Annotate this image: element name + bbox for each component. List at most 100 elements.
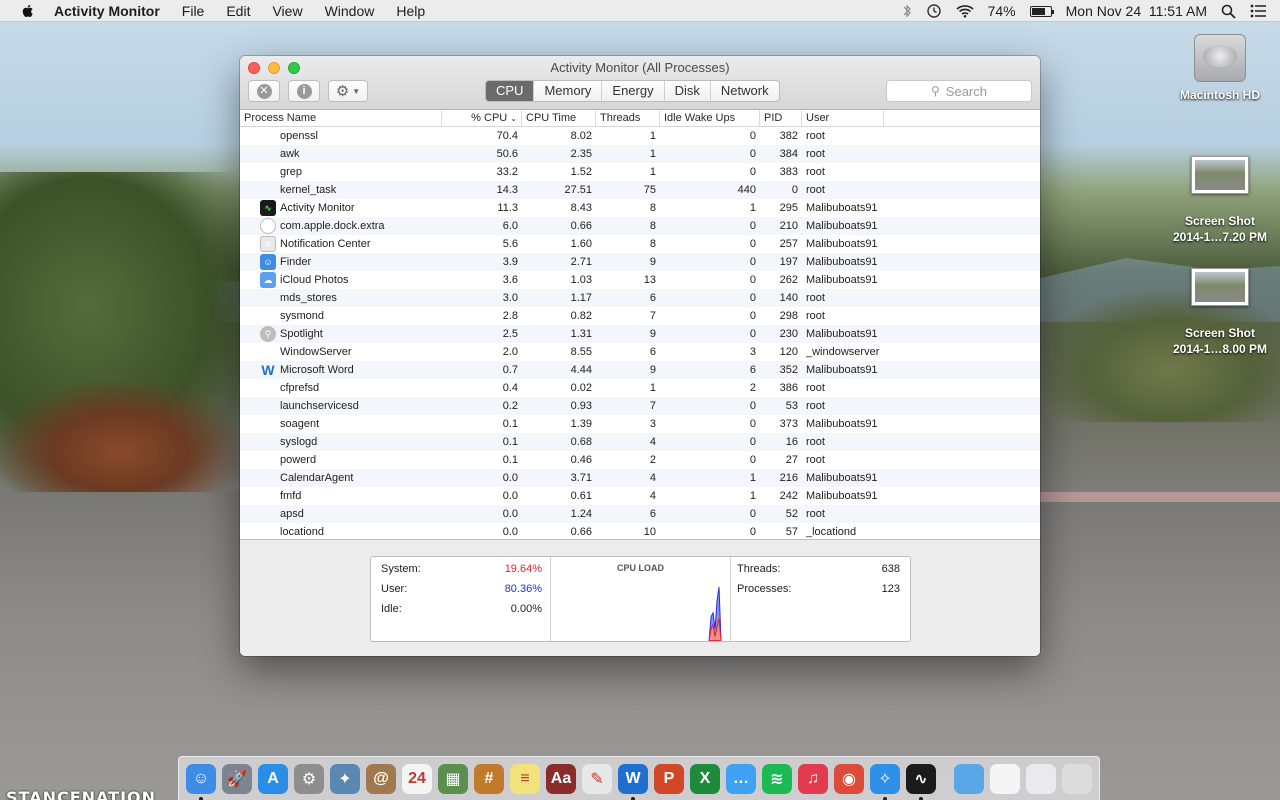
screenshot-stack-icon[interactable]: [1026, 763, 1056, 794]
process-user: Malibuboats91: [806, 328, 878, 340]
menu-window[interactable]: Window: [325, 3, 375, 19]
table-row[interactable]: apsd 0.0 1.24 6 0 52 root: [240, 505, 1040, 523]
column-user[interactable]: User: [802, 110, 884, 126]
row-spacer: [884, 235, 1040, 253]
notification-center-icon[interactable]: [1250, 4, 1266, 18]
calendar-icon[interactable]: 24: [402, 763, 432, 794]
time-machine-icon[interactable]: [926, 3, 942, 19]
process-user: _windowserver: [806, 346, 880, 358]
table-row[interactable]: ⚲ Spotlight 2.5 1.31 9 0 230 Malibuboats91: [240, 325, 1040, 343]
downloads-folder-icon[interactable]: [954, 763, 984, 794]
tab-energy[interactable]: Energy: [602, 81, 665, 101]
table-row[interactable]: fmfd 0.0 0.61 4 1 242 Malibuboats91: [240, 487, 1040, 505]
notes-icon[interactable]: ≡: [510, 763, 540, 794]
launchpad-icon[interactable]: 🚀: [222, 763, 252, 794]
contacts-icon[interactable]: @: [366, 763, 396, 794]
chrome-icon[interactable]: ◉: [834, 763, 864, 794]
excel-icon[interactable]: X: [690, 763, 720, 794]
clock[interactable]: Mon Nov 24 11:51 AM: [1066, 3, 1207, 19]
word-icon[interactable]: W: [618, 763, 648, 800]
messages-icon[interactable]: …: [726, 763, 756, 794]
apple-menu-icon[interactable]: [20, 3, 36, 19]
process-pid: 352: [779, 364, 798, 376]
process-idle-wake-ups: 0: [749, 436, 756, 448]
process-cpu: 6.0: [502, 220, 518, 232]
menu-view[interactable]: View: [272, 3, 302, 19]
dictionary-icon[interactable]: Aa: [546, 763, 576, 794]
column-pid[interactable]: PID: [760, 110, 802, 126]
system-preferences-icon[interactable]: ⚙: [294, 763, 324, 794]
activity-monitor-icon[interactable]: ∿: [906, 763, 936, 800]
tab-cpu[interactable]: CPU: [486, 81, 535, 101]
table-row[interactable]: openssl 70.4 8.02 1 0 382 root: [240, 127, 1040, 145]
battery-percent[interactable]: 74%: [988, 3, 1016, 19]
desktop-icon-screenshot-2[interactable]: Screen Shot 2014-1…8.00 PM: [1165, 268, 1275, 356]
desktop-icon-macintosh-hd[interactable]: Macintosh HD: [1165, 34, 1275, 102]
desktop-icon-screenshot-1[interactable]: Screen Shot 2014-1…7.20 PM: [1165, 156, 1275, 244]
finder-icon[interactable]: ☺: [186, 763, 216, 800]
inspect-process-button[interactable]: i: [288, 80, 320, 102]
table-row[interactable]: ≡ Notification Center 5.6 1.60 8 0 257 Malibubo…: [240, 235, 1040, 253]
no-icon: [260, 164, 276, 180]
table-row[interactable]: grep 33.2 1.52 1 0 383 root: [240, 163, 1040, 181]
table-row[interactable]: com.apple.dock.extra 6.0 0.66 8 0 210 Malibubo…: [240, 217, 1040, 235]
table-row[interactable]: sysmond 2.8 0.82 7 0 298 root: [240, 307, 1040, 325]
battery-icon[interactable]: [1029, 5, 1054, 17]
spotlight-search-icon[interactable]: [1221, 4, 1236, 19]
menu-app-name[interactable]: Activity Monitor: [54, 3, 160, 19]
trash-icon[interactable]: [1062, 763, 1092, 794]
process-name: mds_stores: [240, 289, 442, 307]
process-cpu: 0.0: [502, 472, 518, 484]
table-row[interactable]: mds_stores 3.0 1.17 6 0 140 root: [240, 289, 1040, 307]
table-row[interactable]: locationd 0.0 0.66 10 0 57 _locationd: [240, 523, 1040, 541]
table-row[interactable]: W Microsoft Word 0.7 4.44 9 6 352 Malibuboats91: [240, 361, 1040, 379]
column-threads[interactable]: Threads: [596, 110, 660, 126]
table-row[interactable]: ☁ iCloud Photos 3.6 1.03 13 0 262 Malibuboats91: [240, 271, 1040, 289]
preview-icon[interactable]: ✦: [330, 763, 360, 794]
process-pid: 386: [779, 382, 798, 394]
table-row[interactable]: WindowServer 2.0 8.55 6 3 120 _windowserver: [240, 343, 1040, 361]
safari-icon[interactable]: ✧: [870, 763, 900, 800]
table-row[interactable]: cfprefsd 0.4 0.02 1 2 386 root: [240, 379, 1040, 397]
textedit-icon[interactable]: ✎: [582, 763, 612, 794]
tab-disk[interactable]: Disk: [665, 81, 711, 101]
bluetooth-icon[interactable]: [902, 4, 912, 18]
menu-help[interactable]: Help: [396, 3, 425, 19]
table-row[interactable]: launchservicesd 0.2 0.93 7 0 53 root: [240, 397, 1040, 415]
row-spacer: [884, 271, 1040, 289]
table-row[interactable]: powerd 0.1 0.46 2 0 27 root: [240, 451, 1040, 469]
wifi-icon[interactable]: [956, 4, 974, 18]
photos-icon[interactable]: ▦: [438, 763, 468, 794]
tab-network[interactable]: Network: [711, 81, 779, 101]
spotify-icon[interactable]: ≋: [762, 763, 792, 794]
action-menu-button[interactable]: ⚙ ▼: [328, 80, 368, 102]
search-field[interactable]: ⚲ Search: [886, 80, 1032, 102]
powerpoint-icon[interactable]: P: [654, 763, 684, 794]
no-icon: [260, 146, 276, 162]
process-name: fmfd: [240, 487, 442, 505]
table-row[interactable]: ∿ Activity Monitor 11.3 8.43 8 1 295 Malibuboat…: [240, 199, 1040, 217]
table-row[interactable]: soagent 0.1 1.39 3 0 373 Malibuboats91: [240, 415, 1040, 433]
column-process-name[interactable]: Process Name: [240, 110, 442, 126]
process-pid: 16: [785, 436, 798, 448]
quit-process-button[interactable]: ✕: [248, 80, 280, 102]
column-cpu-time[interactable]: CPU Time: [522, 110, 596, 126]
documents-icon[interactable]: [990, 763, 1020, 794]
menu-edit[interactable]: Edit: [226, 3, 250, 19]
no-icon: [260, 416, 276, 432]
column-cpu[interactable]: % CPU ⌄: [442, 110, 522, 126]
column-idle-wake-ups[interactable]: Idle Wake Ups: [660, 110, 760, 126]
table-row[interactable]: kernel_task 14.3 27.51 75 440 0 root: [240, 181, 1040, 199]
process-cpu-time: 3.71: [570, 472, 592, 484]
tab-memory[interactable]: Memory: [534, 81, 603, 101]
app-store-icon[interactable]: A: [258, 763, 288, 794]
wallpaper-curb: [1040, 492, 1280, 502]
table-row[interactable]: awk 50.6 2.35 1 0 384 root: [240, 145, 1040, 163]
table-row[interactable]: CalendarAgent 0.0 3.71 4 1 216 Malibuboats91: [240, 469, 1040, 487]
menu-file[interactable]: File: [182, 3, 205, 19]
table-row[interactable]: ☺ Finder 3.9 2.71 9 0 197 Malibuboats91: [240, 253, 1040, 271]
itunes-icon[interactable]: ♫: [798, 763, 828, 794]
table-row[interactable]: syslogd 0.1 0.68 4 0 16 root: [240, 433, 1040, 451]
process-cpu: 0.0: [502, 508, 518, 520]
calculator-icon[interactable]: #: [474, 763, 504, 794]
